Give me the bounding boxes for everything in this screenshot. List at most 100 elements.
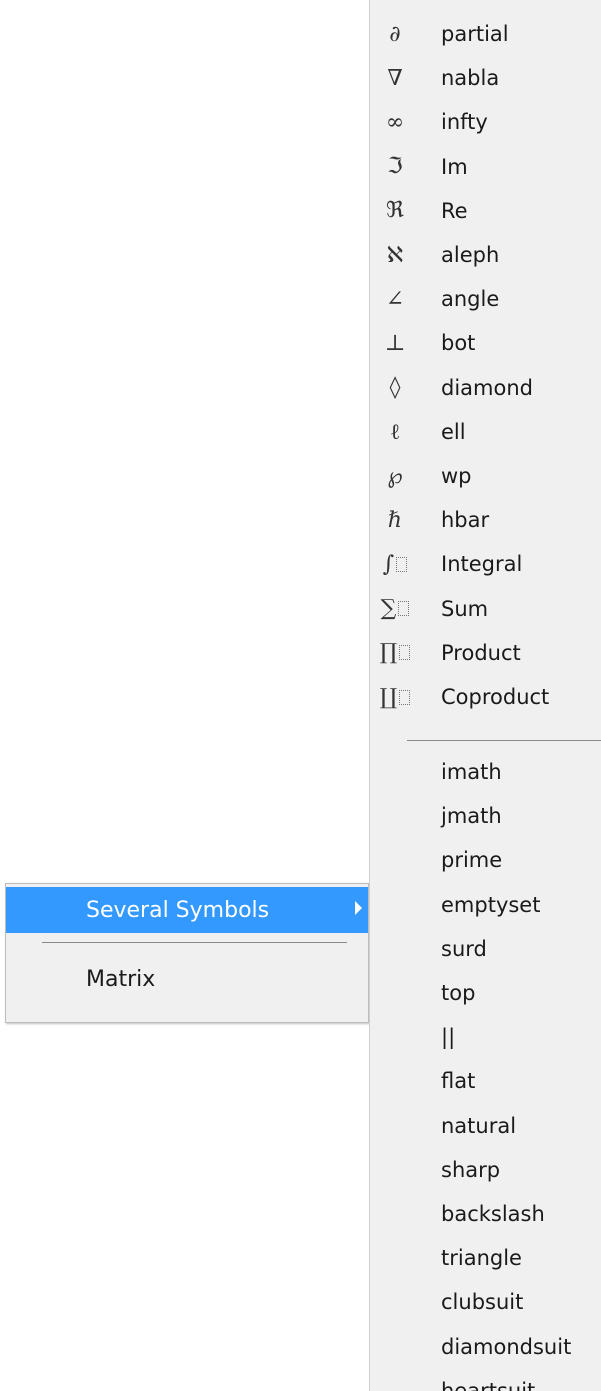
submenu-item-prime[interactable]: prime	[370, 838, 601, 882]
icon-glyph: ⊥	[384, 330, 406, 356]
icon-glyph: ∇	[387, 65, 403, 91]
submenu-item-infty[interactable]: ∞ infty	[370, 100, 601, 144]
ell-icon: ℓ	[376, 410, 414, 454]
diamond-icon: ◊	[376, 366, 414, 410]
icon-glyph: ∐	[379, 684, 398, 710]
submenu-item-label: partial	[441, 22, 509, 46]
submenu-item-diamond[interactable]: ◊ diamond	[370, 366, 601, 410]
submenu-item-im[interactable]: ℑ Im	[370, 145, 601, 189]
icon-glyph: ∞	[385, 109, 405, 135]
icon-glyph: ◊	[389, 375, 401, 401]
submenu-item-top[interactable]: top	[370, 971, 601, 1015]
submenu-item-label: ell	[441, 419, 466, 444]
submenu-separator	[407, 740, 601, 741]
submenu-item-label: ||	[441, 1025, 456, 1050]
submenu-item-label: diamond	[441, 375, 533, 400]
submenu-item-nabla[interactable]: ∇ nabla	[370, 56, 601, 100]
submenu-item-emptyset[interactable]: emptyset	[370, 883, 601, 927]
submenu-item-label: imath	[441, 760, 502, 784]
submenu-item-jmath[interactable]: jmath	[370, 794, 601, 838]
submenu-item-heartsuit[interactable]: heartsuit	[370, 1369, 601, 1391]
submenu-item-label: emptyset	[441, 892, 541, 917]
submenu-item-label: backslash	[441, 1202, 545, 1226]
submenu-item-bot[interactable]: ⊥ bot	[370, 321, 601, 365]
submenu-item-label: flat	[441, 1069, 476, 1094]
submenu-item-label: angle	[441, 287, 500, 312]
menu-item-label: Several Symbols	[86, 897, 270, 923]
coproduct-icon: ∐	[376, 675, 414, 719]
submenu-item-backslash[interactable]: backslash	[370, 1192, 601, 1236]
submenu-item-label: Integral	[441, 552, 523, 577]
product-icon: ∏	[376, 631, 414, 675]
submenu-item-ell[interactable]: ℓ ell	[370, 410, 601, 454]
symbols-submenu: ∂ partial ∇ nabla ∞ infty ℑ Im ℜ Re ℵ aleph ∠ angle ⊥ b…	[369, 0, 601, 1391]
submenu-item-surd[interactable]: surd	[370, 927, 601, 971]
submenu-item-label: sharp	[441, 1157, 501, 1182]
placeholder-box-icon	[399, 689, 411, 705]
submenu-item-label: Sum	[441, 596, 489, 621]
submenu-item-angle[interactable]: ∠ angle	[370, 277, 601, 321]
hbar-icon: ℏ	[376, 498, 414, 542]
bot-icon: ⊥	[376, 321, 414, 365]
menu-separator	[42, 942, 347, 943]
nabla-icon: ∇	[376, 56, 414, 100]
icon-glyph: ∠	[385, 286, 405, 312]
submenu-arrow-icon	[355, 901, 362, 915]
partial-icon: ∂	[376, 12, 414, 56]
menu-item-matrix[interactable]: Matrix	[6, 956, 368, 1002]
angle-icon: ∠	[376, 277, 414, 321]
menu-item-several-symbols[interactable]: Several Symbols	[6, 887, 368, 933]
submenu-item-flat[interactable]: flat	[370, 1059, 601, 1103]
context-menu: Several Symbols Matrix	[5, 883, 369, 1023]
submenu-item-label: hbar	[441, 508, 490, 533]
icon-glyph: ∂	[389, 21, 401, 47]
submenu-item-label: bot	[441, 331, 476, 356]
submenu-item-label: prime	[441, 848, 503, 873]
infinity-icon: ∞	[376, 100, 414, 144]
submenu-item-coproduct[interactable]: ∐ Coproduct	[370, 675, 601, 719]
submenu-item-label: Coproduct	[441, 685, 550, 709]
submenu-item-hbar[interactable]: ℏ hbar	[370, 498, 601, 542]
submenu-item-label: infty	[441, 110, 488, 135]
sum-icon: ∑	[376, 587, 414, 631]
screen: Several Symbols Matrix ∂ partial ∇ nabla ∞ in…	[0, 0, 601, 1391]
submenu-item-label: natural	[441, 1113, 517, 1138]
submenu-item-label: Re	[441, 198, 468, 223]
icon-glyph: ℓ	[389, 419, 401, 445]
real-part-icon: ℜ	[376, 189, 414, 233]
submenu-item-integral[interactable]: ∫ Integral	[370, 542, 601, 586]
submenu-item-label: heartsuit	[441, 1378, 536, 1391]
placeholder-box-icon	[399, 645, 411, 661]
submenu-item-label: diamondsuit	[441, 1334, 572, 1359]
icon-glyph: ∏	[379, 640, 398, 666]
submenu-item-sum[interactable]: ∑ Sum	[370, 587, 601, 631]
submenu-item-re[interactable]: ℜ Re	[370, 189, 601, 233]
submenu-item-label: jmath	[441, 804, 502, 829]
submenu-item-parallel[interactable]: ||	[370, 1015, 601, 1059]
submenu-item-label: triangle	[441, 1246, 522, 1271]
icon-glyph: ℑ	[387, 154, 403, 180]
submenu-item-label: Im	[441, 154, 468, 179]
weierstrass-p-icon: ℘	[376, 454, 414, 498]
imaginary-part-icon: ℑ	[376, 145, 414, 189]
submenu-item-imath[interactable]: imath	[370, 750, 601, 794]
submenu-item-aleph[interactable]: ℵ aleph	[370, 233, 601, 277]
icon-glyph: ∑	[380, 596, 397, 622]
submenu-item-wp[interactable]: ℘ wp	[370, 454, 601, 498]
submenu-item-label: clubsuit	[441, 1290, 524, 1315]
placeholder-box-icon	[396, 556, 408, 572]
icon-glyph: ℵ	[386, 242, 404, 268]
icon-glyph: ℜ	[386, 198, 404, 224]
integral-icon: ∫	[376, 542, 414, 586]
aleph-icon: ℵ	[376, 233, 414, 277]
submenu-item-partial[interactable]: ∂ partial	[370, 12, 601, 56]
placeholder-box-icon	[398, 601, 410, 617]
submenu-item-diamondsuit[interactable]: diamondsuit	[370, 1325, 601, 1369]
submenu-item-product[interactable]: ∏ Product	[370, 631, 601, 675]
submenu-item-triangle[interactable]: triangle	[370, 1236, 601, 1280]
submenu-item-label: Product	[441, 640, 521, 665]
submenu-item-label: surd	[441, 936, 487, 961]
submenu-item-clubsuit[interactable]: clubsuit	[370, 1280, 601, 1324]
submenu-item-natural[interactable]: natural	[370, 1104, 601, 1148]
submenu-item-sharp[interactable]: sharp	[370, 1148, 601, 1192]
